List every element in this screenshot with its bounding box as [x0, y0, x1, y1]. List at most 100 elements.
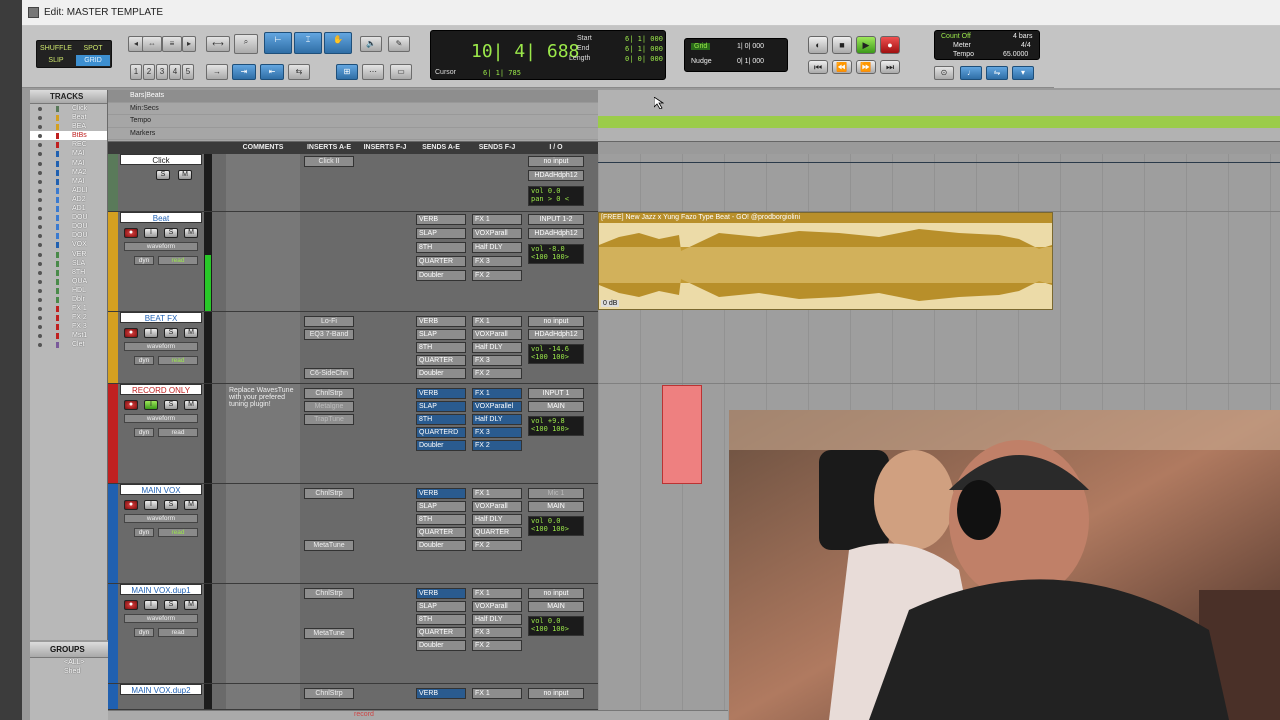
automation-mode-selector[interactable]: read [158, 628, 198, 637]
visibility-dot-icon[interactable] [38, 161, 42, 166]
visibility-dot-icon[interactable] [38, 279, 42, 284]
selector-tool-icon[interactable]: ⌶ [294, 32, 322, 54]
clip-gain[interactable]: 0 dB [601, 300, 620, 307]
midi-zoom-icon[interactable]: ≡ [162, 36, 182, 52]
end-value[interactable]: 6| 1| 000 [625, 45, 663, 53]
visibility-dot-icon[interactable] [38, 261, 42, 266]
zoom-in-icon[interactable]: ▸ [182, 36, 196, 52]
tracks-list-item[interactable]: MAI [30, 149, 107, 158]
visibility-dot-icon[interactable] [38, 297, 42, 302]
mute-button[interactable]: M [184, 600, 198, 610]
send-i[interactable]: FX 3 [472, 256, 522, 267]
tempo-value[interactable]: 65.0000 [1003, 51, 1028, 58]
send-f[interactable]: FX 1 [472, 214, 522, 225]
metronome-icon[interactable]: ♩ [960, 66, 982, 80]
send-h[interactable]: Half DLY [472, 242, 522, 253]
track-name[interactable]: MAIN VOX [120, 484, 202, 495]
solo-button[interactable]: S [164, 228, 178, 238]
grabber-tool-icon[interactable]: ✋ [324, 32, 352, 54]
visibility-dot-icon[interactable] [38, 270, 42, 275]
visibility-dot-icon[interactable] [38, 316, 42, 321]
stop-icon[interactable]: ■ [832, 36, 852, 54]
spot-mode-button[interactable]: SPOT [76, 43, 110, 54]
track-view-selector[interactable]: waveform [124, 514, 198, 523]
send-h[interactable]: Half DLY [472, 514, 522, 525]
tracks-list-item[interactable]: Click [30, 104, 107, 113]
grid-label[interactable]: Grid [691, 43, 711, 50]
tab-to-transient-icon[interactable]: → [206, 64, 228, 80]
volume-display[interactable]: vol 0.0 <100 100> [528, 516, 584, 536]
loop-record-icon[interactable]: ⊙ [934, 66, 954, 80]
shuffle-mode-button[interactable]: SHUFFLE [39, 43, 73, 54]
automation-mode-selector[interactable]: read [158, 428, 198, 437]
send-e[interactable]: Doubler [416, 368, 466, 379]
send-j[interactable]: FX 2 [472, 640, 522, 651]
tempo-ruler-lane[interactable] [598, 116, 1280, 128]
visibility-dot-icon[interactable] [38, 116, 42, 121]
insert-e[interactable]: C6-SideChn [304, 368, 354, 379]
send-d[interactable]: QUARTER [416, 627, 466, 638]
recorded-clip[interactable] [662, 385, 702, 484]
play-icon[interactable]: ▶ [856, 36, 876, 54]
track-view-selector[interactable]: waveform [124, 414, 198, 423]
send-e[interactable]: Doubler [416, 270, 466, 281]
visibility-dot-icon[interactable] [38, 107, 42, 111]
tracks-list-item[interactable]: AD1 [30, 204, 107, 213]
length-value[interactable]: 0| 0| 000 [625, 55, 663, 63]
send-e[interactable]: Doubler [416, 540, 466, 551]
playlist-selector[interactable]: dyn [134, 628, 154, 637]
tracks-list-item[interactable]: DOU [30, 213, 107, 222]
send-i[interactable]: FX 3 [472, 427, 522, 438]
meter-label[interactable]: Meter [953, 42, 971, 49]
send-b[interactable]: SLAP [416, 329, 466, 340]
online-icon[interactable]: ◐ [808, 36, 828, 54]
send-j[interactable]: FX 2 [472, 540, 522, 551]
nudge-value[interactable]: 0| 1| 000 [737, 58, 764, 65]
solo-button[interactable]: S [164, 400, 178, 410]
record-arm-button[interactable]: ● [124, 328, 138, 338]
send-h[interactable]: Half DLY [472, 414, 522, 425]
conductor-icon[interactable]: ▾ [1012, 66, 1034, 80]
pencil-tool-icon[interactable]: ✎ [388, 36, 410, 52]
track-comments[interactable] [226, 584, 300, 683]
input-monitor-button[interactable]: I [144, 228, 158, 238]
visibility-dot-icon[interactable] [38, 343, 42, 348]
input-selector[interactable]: INPUT 1 [528, 388, 584, 399]
send-g[interactable]: VOXParallel [472, 401, 522, 412]
send-i[interactable]: FX 3 [472, 355, 522, 366]
insert-d[interactable]: MetaTune [304, 628, 354, 639]
input-monitor-button[interactable]: I [144, 600, 158, 610]
visibility-dot-icon[interactable] [38, 125, 42, 130]
track-main-vox[interactable]: MAIN VOX ● I S M waveform dyn read ChnlS… [108, 484, 598, 584]
input-selector[interactable]: no input [528, 688, 584, 699]
link-track-icon[interactable]: ⇤ [260, 64, 284, 80]
tracks-list-item[interactable]: FX 2 [30, 313, 107, 322]
scrubber-tool-icon[interactable]: 🔈 [360, 36, 382, 52]
send-f[interactable]: FX 1 [472, 688, 522, 699]
volume-display[interactable]: vol 0.0 <100 100> [528, 616, 584, 636]
track-main-vox-dup2[interactable]: MAIN VOX.dup2 ChnlStrp VERB FX 1 no inpu… [108, 684, 598, 710]
tracks-list-item[interactable]: QUA [30, 277, 107, 286]
track-comments[interactable] [226, 212, 300, 311]
output-selector[interactable]: MAIN [528, 501, 584, 512]
send-a[interactable]: VERB [416, 316, 466, 327]
tracks-list-item[interactable]: FX 3 [30, 322, 107, 331]
tracks-list-item[interactable]: MAI [30, 177, 107, 186]
send-i[interactable]: FX 3 [472, 627, 522, 638]
mute-button[interactable]: M [184, 500, 198, 510]
input-monitor-button[interactable]: I [144, 328, 158, 338]
mute-button[interactable]: M [184, 228, 198, 238]
track-comments[interactable] [226, 484, 300, 583]
send-h[interactable]: Half DLY [472, 614, 522, 625]
input-selector[interactable]: no input [528, 316, 584, 327]
insert-c[interactable]: TrapTune [304, 414, 354, 425]
send-g[interactable]: VOXParall [472, 228, 522, 239]
group-shed[interactable]: Shed [30, 667, 108, 676]
tracks-list-item[interactable]: BEA [30, 122, 107, 131]
col-sends-fj[interactable]: SENDS F-J [470, 142, 524, 154]
visibility-dot-icon[interactable] [38, 216, 42, 221]
tracks-list-title[interactable]: TRACKS [30, 90, 107, 104]
col-sends-ae[interactable]: SENDS A-E [414, 142, 468, 154]
send-a[interactable]: VERB [416, 388, 466, 399]
send-d[interactable]: QUARTER [416, 355, 466, 366]
